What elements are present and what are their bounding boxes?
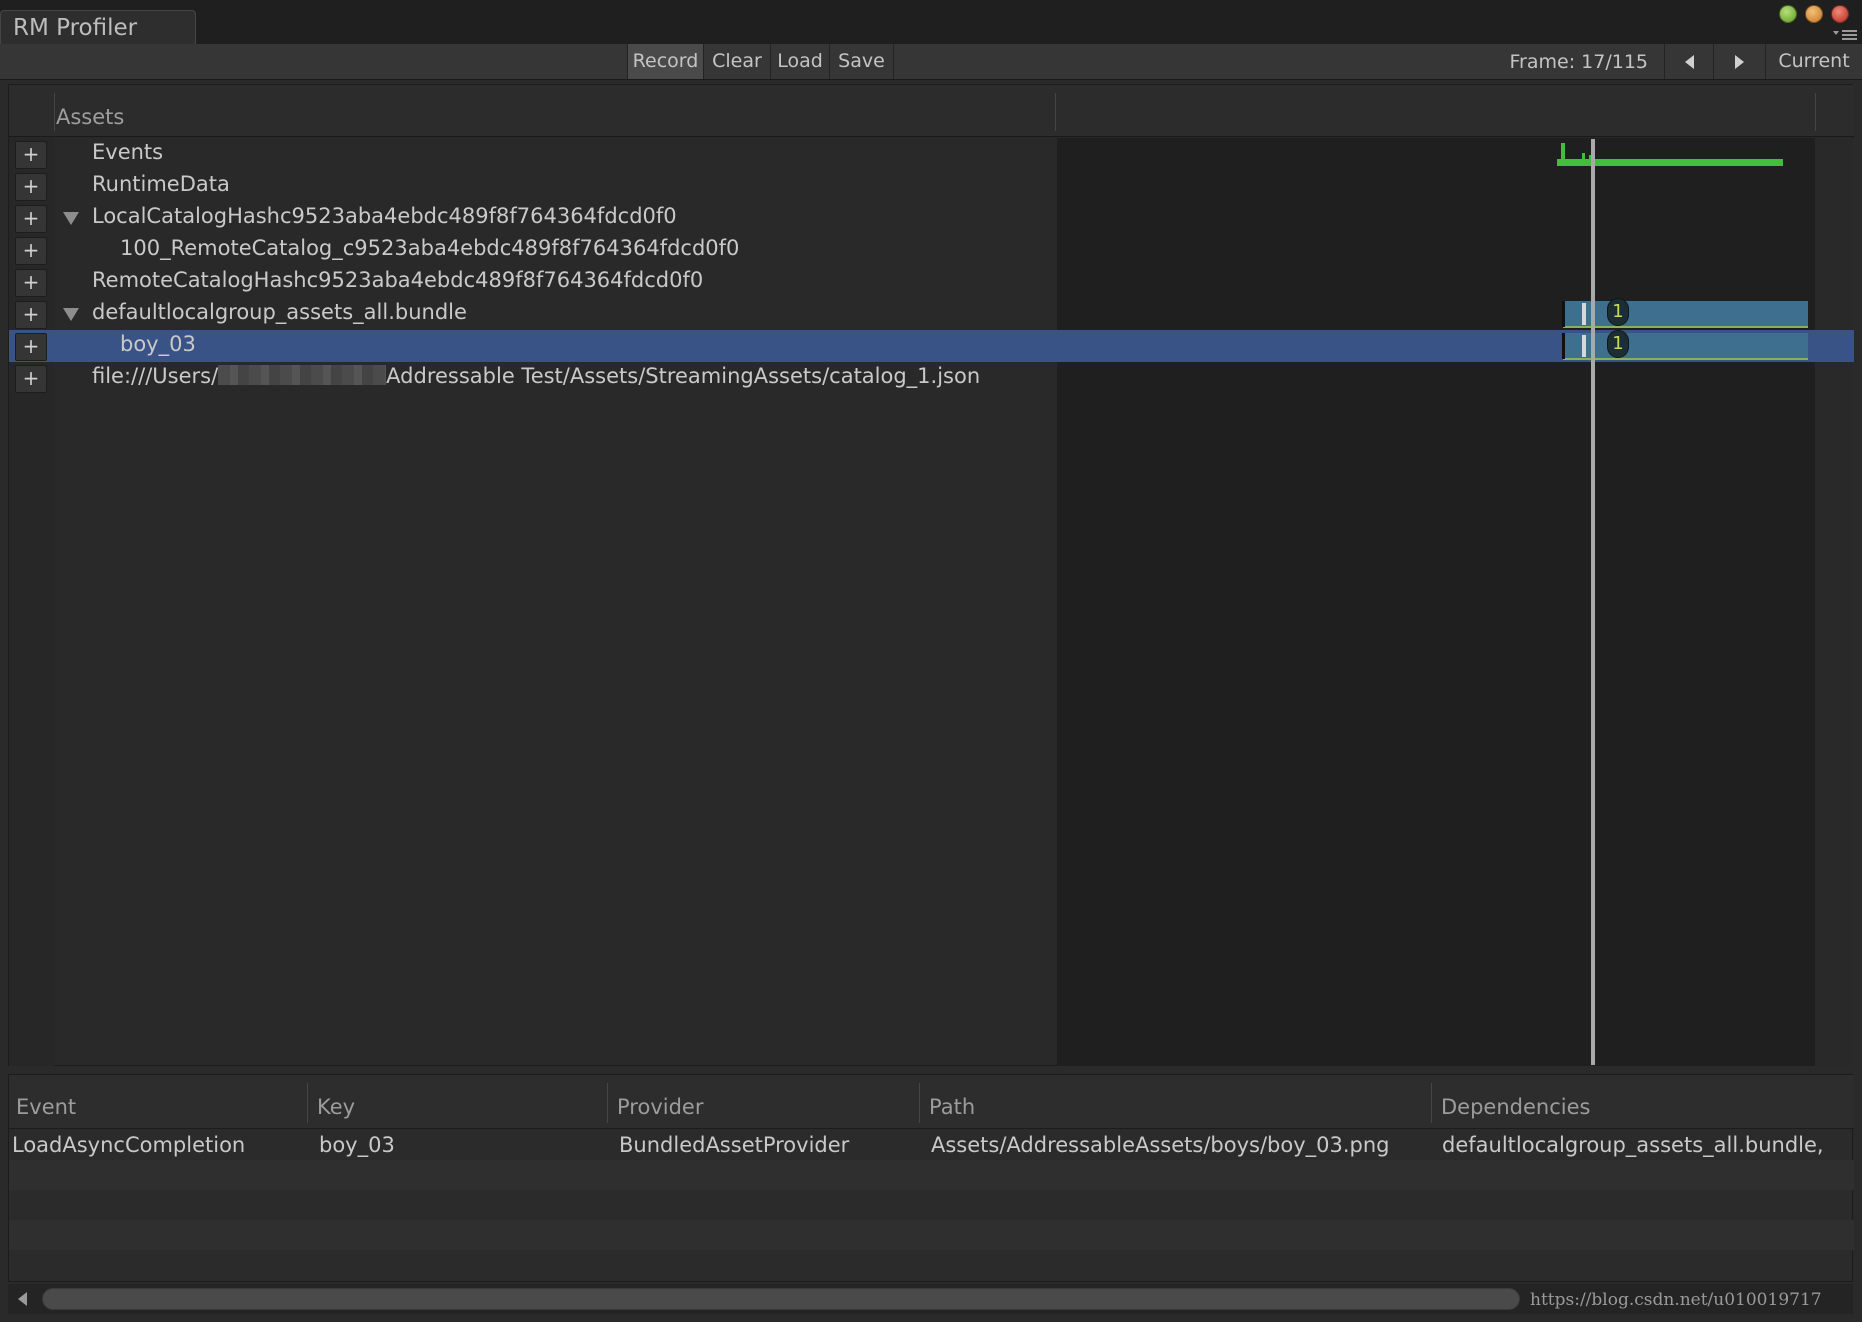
- timeline-playhead[interactable]: [1591, 139, 1595, 1065]
- fold-triangle-icon[interactable]: [63, 212, 79, 225]
- bundle-load-bar: [1563, 301, 1808, 327]
- maximize-window-button[interactable]: [1805, 5, 1823, 23]
- panel-menu-icon[interactable]: [1832, 28, 1858, 42]
- tree-row-label: file:///Users/Addressable Test/Assets/St…: [92, 364, 980, 388]
- tree-row-local-catalog-hash[interactable]: + LocalCatalogHashc9523aba4ebdc489f8f764…: [9, 202, 1854, 234]
- bundle-ref-count-badge: 1: [1607, 298, 1629, 326]
- next-frame-button[interactable]: [1714, 44, 1766, 79]
- events-graph-spike: [1561, 143, 1565, 163]
- current-frame-button[interactable]: Current: [1766, 44, 1862, 79]
- dependencies-cell: defaultlocalgroup_assets_all.bundle,: [1442, 1133, 1824, 1157]
- load-button[interactable]: Load: [771, 44, 830, 79]
- close-window-button[interactable]: [1831, 5, 1849, 23]
- clear-button[interactable]: Clear: [704, 44, 771, 79]
- expand-plus-icon[interactable]: +: [15, 301, 47, 329]
- toolbar: Record Clear Load Save Frame: 17/115 Cur…: [0, 44, 1862, 80]
- asset-load-bar-line: [1563, 358, 1808, 360]
- tree-row-remote-catalog-hash[interactable]: + RemoteCatalogHashc9523aba4ebdc489f8f76…: [9, 266, 1854, 298]
- tree-row-catalog-file[interactable]: + file:///Users/Addressable Test/Assets/…: [9, 362, 1854, 394]
- column-header-path[interactable]: Path: [929, 1095, 975, 1119]
- frame-counter: Frame: 17/115: [1509, 51, 1648, 73]
- window-tab[interactable]: RM Profiler: [0, 10, 196, 44]
- expand-plus-icon[interactable]: +: [15, 365, 47, 393]
- tree-row-remote-catalog[interactable]: + 100_RemoteCatalog_c9523aba4ebdc489f8f7…: [9, 234, 1854, 266]
- tree-row-label: boy_03: [120, 332, 196, 356]
- save-button[interactable]: Save: [830, 44, 894, 79]
- scroll-left-arrow-icon[interactable]: [18, 1292, 27, 1306]
- event-row-empty: [9, 1160, 1854, 1190]
- tree-row-label: RemoteCatalogHashc9523aba4ebdc489f8f7643…: [92, 268, 704, 292]
- event-table-header: Event Key Provider Path Dependencies: [9, 1075, 1854, 1129]
- scrollbar-thumb[interactable]: [42, 1288, 1520, 1310]
- event-row[interactable]: LoadAsyncCompletion boy_03 BundledAssetP…: [9, 1130, 1854, 1160]
- bundle-load-bar-line: [1563, 326, 1808, 328]
- bar-tick: [1582, 303, 1586, 325]
- expand-plus-icon[interactable]: +: [15, 333, 47, 361]
- event-row-empty: [9, 1250, 1854, 1280]
- bar-tick: [1582, 335, 1586, 357]
- arrow-right-icon: [1735, 54, 1744, 69]
- expand-plus-icon[interactable]: +: [15, 173, 47, 201]
- column-header-provider[interactable]: Provider: [617, 1095, 703, 1119]
- bar-start-marker: [1562, 301, 1565, 327]
- window-tab-strip: [0, 0, 1862, 44]
- assets-column-header[interactable]: Assets: [56, 105, 124, 129]
- column-header-key[interactable]: Key: [317, 1095, 355, 1119]
- expand-plus-icon[interactable]: +: [15, 237, 47, 265]
- column-divider[interactable]: [307, 1083, 308, 1123]
- tree-row-label: Events: [92, 140, 164, 164]
- event-row-empty: [9, 1190, 1854, 1220]
- tree-row-label: LocalCatalogHashc9523aba4ebdc489f8f76436…: [92, 204, 677, 228]
- tree-row-label: 100_RemoteCatalog_c9523aba4ebdc489f8f764…: [120, 236, 740, 260]
- events-graph-spike: [1582, 153, 1585, 163]
- provider-cell: BundledAssetProvider: [619, 1133, 850, 1157]
- catalog-path-prefix: file:///Users/: [92, 364, 219, 388]
- bar-start-marker: [1562, 333, 1565, 359]
- arrow-left-icon: [1684, 54, 1694, 69]
- watermark-url: https://blog.csdn.net/u010019717: [1530, 1290, 1822, 1310]
- fold-triangle-icon[interactable]: [63, 308, 79, 321]
- tree-column-header: Assets: [9, 85, 1854, 137]
- window-tab-title: RM Profiler: [13, 15, 138, 41]
- column-divider[interactable]: [607, 1083, 608, 1123]
- column-divider[interactable]: [919, 1083, 920, 1123]
- event-detail-table: Event Key Provider Path Dependencies Loa…: [8, 1074, 1854, 1282]
- column-header-event[interactable]: Event: [16, 1095, 76, 1119]
- header-divider: [54, 93, 55, 131]
- record-button[interactable]: Record: [627, 44, 704, 79]
- event-row-empty: [9, 1220, 1854, 1250]
- asset-load-bar: [1563, 333, 1808, 359]
- key-cell: boy_03: [319, 1133, 395, 1157]
- minimize-window-button[interactable]: [1779, 5, 1797, 23]
- tree-row-label: defaultlocalgroup_assets_all.bundle: [92, 300, 467, 324]
- header-divider: [1815, 93, 1816, 131]
- asset-tree-panel: Assets + Events + RuntimeData + LocalCat…: [8, 84, 1854, 1066]
- asset-ref-count-badge: 1: [1607, 330, 1629, 358]
- tree-row-label: RuntimeData: [92, 172, 230, 196]
- redacted-username: [218, 365, 387, 385]
- tree-row-runtime-data[interactable]: + RuntimeData: [9, 170, 1854, 202]
- expand-plus-icon[interactable]: +: [15, 141, 47, 169]
- header-divider: [1055, 93, 1056, 131]
- path-cell: Assets/AddressableAssets/boys/boy_03.png: [931, 1133, 1390, 1157]
- previous-frame-button[interactable]: [1664, 44, 1714, 79]
- expand-plus-icon[interactable]: +: [15, 205, 47, 233]
- catalog-path-suffix: Addressable Test/Assets/StreamingAssets/…: [386, 364, 981, 388]
- expand-plus-icon[interactable]: +: [15, 269, 47, 297]
- event-cell: LoadAsyncCompletion: [12, 1133, 246, 1157]
- column-divider[interactable]: [1431, 1083, 1432, 1123]
- column-header-dependencies[interactable]: Dependencies: [1441, 1095, 1590, 1119]
